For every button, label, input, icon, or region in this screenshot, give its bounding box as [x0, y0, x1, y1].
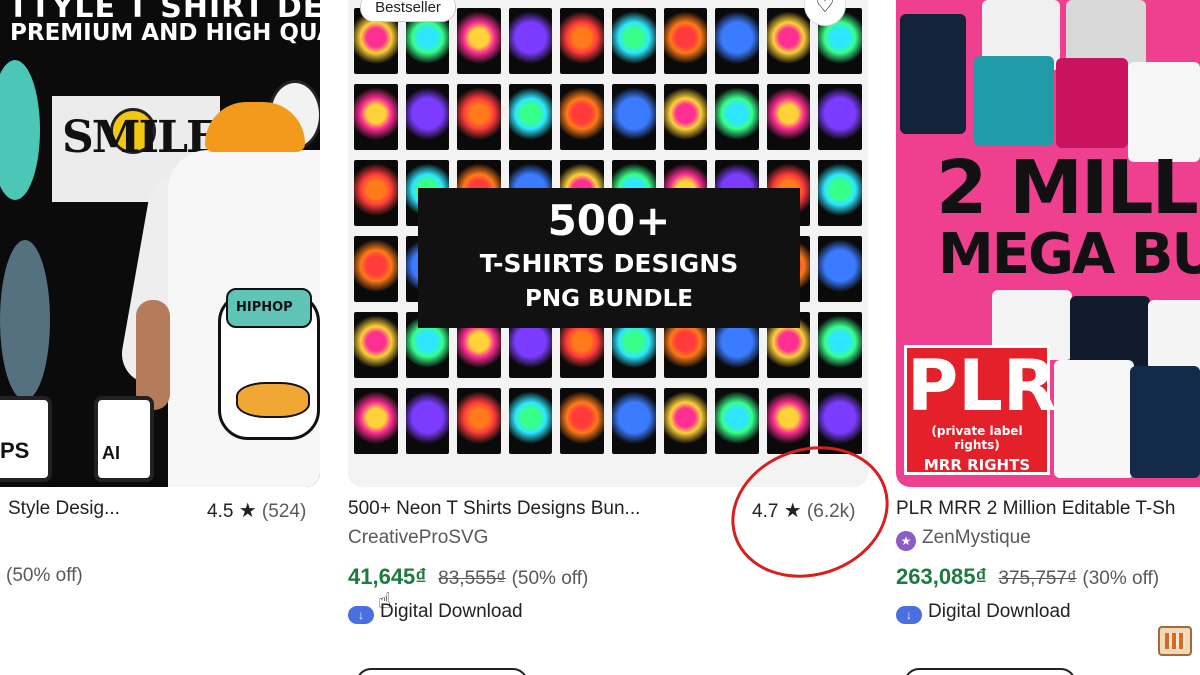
- design-thumbnail: [354, 160, 398, 226]
- banner-line-2: T-SHIRTS DESIGNS: [479, 249, 739, 278]
- design-thumbnail: [663, 84, 708, 150]
- shirt-thumb: [900, 14, 966, 134]
- design-thumbnail: [560, 84, 604, 150]
- bestseller-badge: Bestseller: [360, 0, 456, 22]
- duck-cap: HIPHOP: [226, 288, 312, 328]
- model-arm: [136, 300, 170, 410]
- design-thumbnail: [818, 312, 862, 378]
- listing-title[interactable]: 500+ Neon T Shirts Designs Bun...: [348, 498, 640, 520]
- delivery-label: Digital Download: [928, 601, 1071, 622]
- sale-price: 41,645₫: [348, 564, 427, 589]
- decor-blob: [0, 60, 40, 200]
- design-thumbnail: [354, 84, 398, 150]
- design-thumbnail: [766, 84, 811, 150]
- design-thumbnail: [457, 8, 501, 74]
- delivery-row: ↓ Digital Download: [896, 601, 1071, 624]
- design-thumbnail: [766, 388, 811, 454]
- plr-text: PLR: [907, 345, 1057, 427]
- add-to-cart-button[interactable]: [356, 668, 528, 675]
- listing-image-middle[interactable]: 500+ T-SHIRTS DESIGNS PNG BUNDLE Bestsel…: [348, 0, 868, 487]
- ps-file-icon: PS: [0, 396, 52, 482]
- price-row: 263,085₫ 375,757₫ (30% off): [896, 564, 1159, 590]
- design-thumbnail: [715, 388, 759, 454]
- duck-cap-text: HIPHOP: [236, 300, 293, 315]
- design-thumbnail: [818, 388, 862, 454]
- ai-file-label: AI: [102, 443, 120, 463]
- design-thumbnail: [354, 236, 398, 302]
- film-icon: [1158, 626, 1192, 656]
- design-thumbnail: [611, 84, 656, 150]
- cloud-download-icon: ↓: [896, 606, 922, 624]
- design-thumbnail: [715, 84, 759, 150]
- design-thumbnail: [818, 160, 862, 226]
- decor-blob: [0, 240, 50, 400]
- shop-name[interactable]: ZenMystique: [922, 527, 1031, 548]
- price-row: 41,645₫ 83,555₫ (50% off): [348, 564, 588, 590]
- design-thumbnail: [508, 8, 553, 74]
- plr-subtext: (private label rights): [931, 424, 1023, 452]
- shop-name-row[interactable]: ★ ZenMystique: [896, 527, 1031, 551]
- shirt-thumb: [1130, 366, 1200, 478]
- design-thumbnail: [354, 312, 398, 378]
- delivery-row: ↓ Digital Download: [348, 601, 523, 624]
- design-thumbnail: [457, 388, 501, 454]
- image-subheading: PREMIUM AND HIGH QUALITY: [10, 20, 320, 46]
- rating-value: 4.5: [207, 501, 234, 522]
- design-thumbnail: [766, 8, 811, 74]
- listing-image-left[interactable]: TTYLE T SHIRT DESIGN PREMIUM AND HIGH QU…: [0, 0, 320, 487]
- add-to-cart-button[interactable]: [904, 668, 1076, 675]
- shirt-thumb: [974, 56, 1054, 146]
- design-thumbnail: [508, 388, 553, 454]
- banner-line-1: 2 MILLI: [936, 145, 1200, 231]
- review-count: (524): [261, 501, 307, 522]
- price-row: (50% off): [6, 564, 83, 587]
- ps-file-label: PS: [0, 438, 30, 463]
- bundle-banner: 500+ T-SHIRTS DESIGNS PNG BUNDLE: [418, 188, 800, 328]
- hand-cursor-icon: ☝: [378, 588, 392, 613]
- design-thumbnail: [663, 388, 708, 454]
- design-thumbnail: [560, 8, 604, 74]
- shirt-thumb: [1148, 300, 1200, 370]
- banner-line-3: PNG BUNDLE: [525, 286, 693, 312]
- design-thumbnail: [508, 84, 553, 150]
- shop-name[interactable]: CreativeProSVG: [348, 527, 488, 549]
- shirt-thumb: [1054, 360, 1134, 478]
- banner-line-1: 500+: [547, 196, 671, 245]
- listing-title[interactable]: PLR MRR 2 Million Editable T-Sh: [896, 498, 1175, 520]
- discount-label: (50% off): [511, 568, 589, 589]
- original-price: 375,757₫: [998, 568, 1077, 589]
- listing-image-right[interactable]: 2 MILLI MEGA BU PLR (private label right…: [896, 0, 1200, 487]
- discount-label: (50% off): [6, 565, 83, 586]
- listing-title[interactable]: Style Desig...: [8, 498, 120, 520]
- original-price: 83,555₫: [438, 568, 507, 589]
- shop-avatar-icon: ★: [896, 531, 916, 551]
- design-thumbnail: [611, 388, 656, 454]
- plr-badge: PLR (private label rights) MRR RIGHTS: [904, 345, 1057, 475]
- banner-line-2: MEGA BU: [938, 222, 1200, 287]
- design-thumbnail: [354, 388, 398, 454]
- design-thumbnail: [457, 84, 501, 150]
- cloud-download-icon: ↓: [348, 606, 374, 624]
- design-thumbnail: [818, 236, 862, 302]
- design-thumbnail: [405, 388, 450, 454]
- design-thumbnail: [560, 388, 604, 454]
- sale-price: 263,085₫: [896, 564, 987, 589]
- design-thumbnail: [611, 8, 656, 74]
- shirt-thumb: [1056, 58, 1128, 148]
- delivery-label: Digital Download: [380, 601, 523, 622]
- design-thumbnail: [663, 8, 708, 74]
- design-thumbnail: [715, 8, 759, 74]
- design-thumbnail: [405, 84, 450, 150]
- design-thumbnail: [818, 84, 862, 150]
- ai-file-icon: AI: [94, 396, 154, 482]
- star-icon: ★: [238, 500, 257, 522]
- plr-rights: MRR RIGHTS: [923, 456, 1031, 474]
- duck-bill: [236, 382, 310, 418]
- discount-label: (30% off): [1082, 568, 1160, 589]
- listing-rating: 4.5 ★ (524): [207, 498, 306, 523]
